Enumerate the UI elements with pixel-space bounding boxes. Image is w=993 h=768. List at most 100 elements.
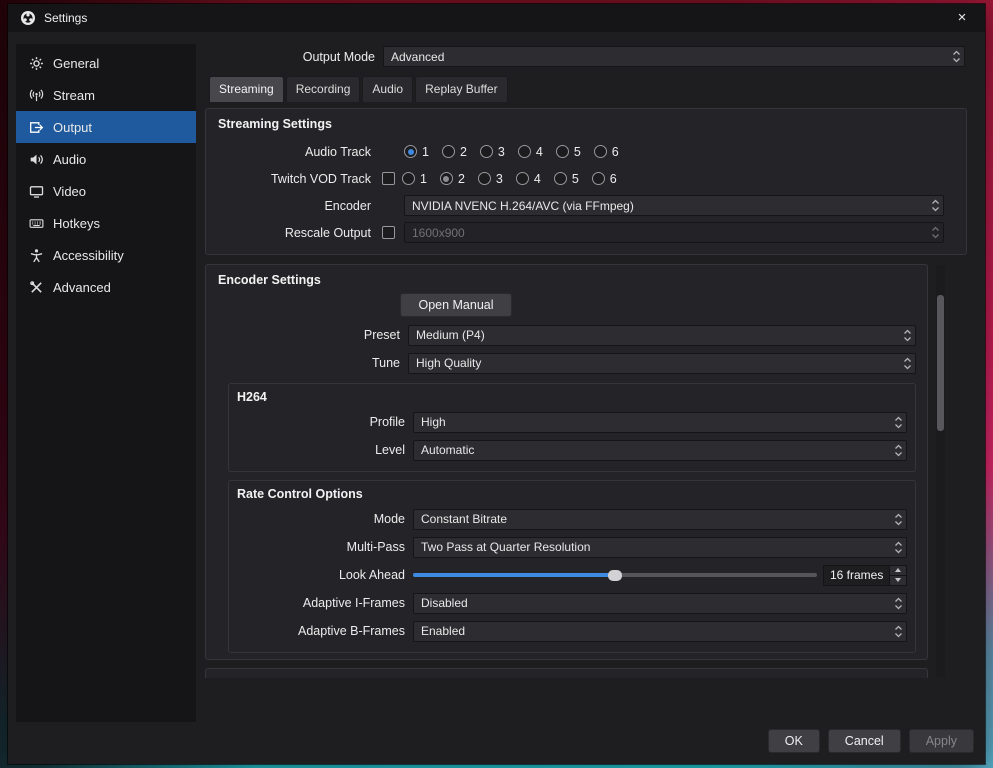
level-value: Automatic: [421, 443, 475, 457]
audio-track-radio-group: 1 2 3 4 5 6: [404, 145, 944, 159]
level-label: Level: [375, 443, 405, 457]
vod-track-option-4[interactable]: 4: [515, 172, 541, 186]
radio-icon[interactable]: [479, 145, 493, 158]
tune-dropdown[interactable]: High Quality: [408, 352, 916, 374]
radio-icon[interactable]: [553, 172, 567, 185]
radio-icon[interactable]: [517, 145, 531, 158]
radio-icon[interactable]: [439, 172, 453, 185]
vod-track-option-2[interactable]: 2: [439, 172, 465, 186]
sidebar-item-video[interactable]: Video: [16, 175, 196, 207]
tab-recording[interactable]: Recording: [285, 76, 361, 102]
adaptive-i-frames-dropdown[interactable]: Disabled: [413, 592, 907, 614]
window-title: Settings: [44, 11, 88, 25]
titlebar[interactable]: Settings ×: [8, 4, 985, 32]
audio-track-option-3[interactable]: 3: [479, 144, 505, 159]
rescale-output-checkbox[interactable]: [382, 226, 395, 239]
multi-pass-dropdown[interactable]: Two Pass at Quarter Resolution: [413, 536, 907, 558]
encoder-row: Encoder NVIDIA NVENC H.264/AVC (via FFmp…: [216, 192, 944, 219]
rate-mode-dropdown[interactable]: Constant Bitrate: [413, 508, 907, 530]
radio-label: 3: [497, 144, 505, 159]
tools-icon: [29, 280, 44, 295]
adaptive-i-frames-label: Adaptive I-Frames: [302, 596, 405, 610]
tab-streaming[interactable]: Streaming: [209, 76, 284, 102]
vod-track-option-1[interactable]: 1: [402, 172, 427, 186]
adaptive-b-frames-dropdown[interactable]: Enabled: [413, 620, 907, 642]
audio-track-option-4[interactable]: 4: [517, 144, 543, 159]
radio-icon[interactable]: [593, 145, 607, 158]
sidebar-label: General: [53, 55, 100, 71]
look-ahead-slider[interactable]: [413, 565, 817, 586]
dropdown-arrows-icon: [890, 510, 906, 529]
window-body: General Stream Output Audio Video Hotkey…: [8, 32, 985, 764]
radio-label: 5: [573, 144, 581, 159]
output-icon: [29, 120, 44, 135]
vod-track-option-5[interactable]: 5: [553, 171, 579, 186]
level-dropdown[interactable]: Automatic: [413, 439, 907, 461]
radio-icon[interactable]: [477, 172, 491, 185]
radio-icon[interactable]: [515, 172, 529, 185]
group-title: H264: [237, 390, 267, 404]
twitch-vod-track-label: Twitch VOD Track: [270, 171, 371, 186]
rescale-resolution-dropdown[interactable]: 1600x900: [404, 222, 944, 243]
slider-fill: [413, 573, 615, 577]
output-settings-pane: Output Mode Advanced Streaming Recording…: [205, 32, 967, 678]
radio-label: 4: [535, 144, 543, 159]
multi-pass-value: Two Pass at Quarter Resolution: [421, 540, 591, 554]
cancel-button[interactable]: Cancel: [827, 729, 901, 753]
vod-track-option-6[interactable]: 6: [591, 171, 617, 186]
down-arrow-icon: [895, 578, 901, 582]
audio-track-option-2[interactable]: 2: [441, 144, 467, 159]
close-button[interactable]: ×: [939, 4, 985, 32]
sidebar-item-advanced[interactable]: Advanced: [16, 271, 196, 303]
tab-replay-buffer[interactable]: Replay Buffer: [415, 76, 508, 102]
apply-button[interactable]: Apply: [908, 729, 974, 753]
output-mode-dropdown[interactable]: Advanced: [383, 46, 965, 67]
sidebar-item-output[interactable]: Output: [16, 111, 196, 143]
dropdown-arrows-icon: [948, 47, 964, 66]
sidebar-item-hotkeys[interactable]: Hotkeys: [16, 207, 196, 239]
adaptive-i-frames-value: Disabled: [421, 596, 468, 610]
speaker-icon: [29, 152, 44, 167]
audio-track-option-5[interactable]: 5: [555, 144, 581, 159]
preset-dropdown[interactable]: Medium (P4): [408, 324, 916, 346]
look-ahead-value[interactable]: 16 frames: [823, 564, 889, 586]
sidebar-item-accessibility[interactable]: Accessibility: [16, 239, 196, 271]
radio-icon[interactable]: [591, 172, 605, 185]
radio-label: 5: [571, 171, 579, 186]
encoder-dropdown[interactable]: NVIDIA NVENC H.264/AVC (via FFmpeg): [404, 195, 944, 216]
sidebar-item-audio[interactable]: Audio: [16, 143, 196, 175]
audio-track-option-6[interactable]: 6: [593, 145, 619, 159]
twitch-vod-checkbox[interactable]: [382, 172, 395, 185]
spin-down-button[interactable]: [889, 575, 907, 586]
open-manual-button[interactable]: Open Manual: [400, 293, 512, 317]
scrollbar-thumb[interactable]: [937, 295, 944, 431]
accessibility-icon: [29, 248, 44, 263]
radio-label: 2: [459, 144, 467, 159]
spin-up-button[interactable]: [889, 564, 907, 576]
dropdown-arrows-icon: [890, 441, 906, 460]
profile-row: Profile High: [235, 408, 907, 436]
audio-track-option-1[interactable]: 1: [404, 145, 429, 159]
radio-icon[interactable]: [441, 145, 455, 158]
radio-icon[interactable]: [404, 145, 417, 158]
sidebar-label: Hotkeys: [53, 215, 100, 231]
radio-label: 6: [609, 171, 617, 186]
radio-label: 1: [420, 171, 427, 186]
tune-label: Tune: [371, 356, 400, 370]
vod-track-option-3[interactable]: 3: [477, 171, 503, 186]
streaming-settings-group: Streaming Settings Audio Track 1 2 3 4 5…: [205, 108, 967, 255]
encoder-settings-group: Encoder Settings Open Manual Preset Medi…: [205, 264, 928, 660]
ok-button[interactable]: OK: [767, 729, 820, 753]
sidebar-item-general[interactable]: General: [16, 47, 196, 79]
profile-dropdown[interactable]: High: [413, 411, 907, 433]
encoder-value: NVIDIA NVENC H.264/AVC (via FFmpeg): [412, 198, 634, 213]
radio-icon[interactable]: [402, 172, 415, 185]
tab-audio[interactable]: Audio: [362, 76, 414, 102]
tune-row: Tune High Quality: [216, 349, 916, 377]
radio-icon[interactable]: [555, 145, 569, 158]
sidebar-item-stream[interactable]: Stream: [16, 79, 196, 111]
vertical-scrollbar[interactable]: [936, 265, 945, 678]
slider-handle[interactable]: [608, 569, 622, 581]
look-ahead-spinbox: 16 frames: [823, 564, 907, 586]
radio-label: 3: [495, 171, 503, 186]
